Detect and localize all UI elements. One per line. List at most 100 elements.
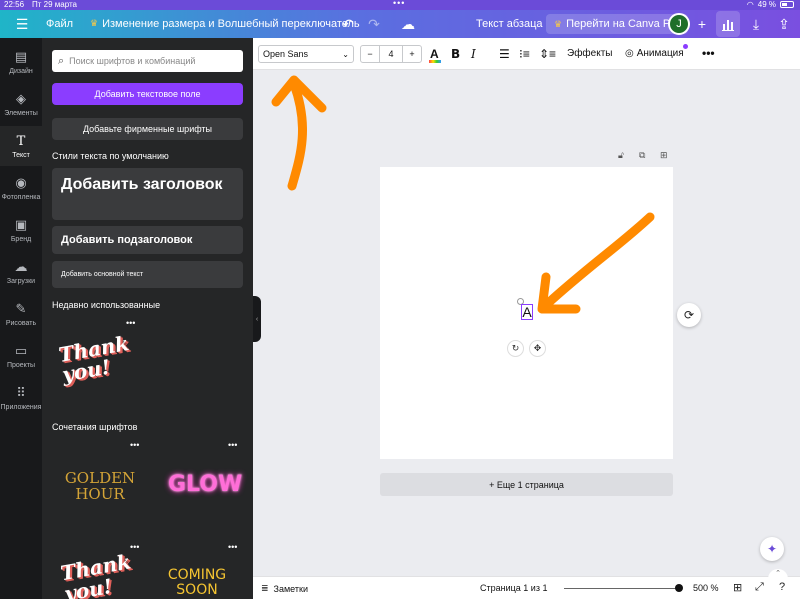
animation-button[interactable]: ◎ Анимация bbox=[625, 48, 684, 59]
avatar[interactable]: J bbox=[668, 13, 690, 35]
new-badge-dot bbox=[683, 44, 688, 49]
page-indicator[interactable]: Страница 1 из 1 bbox=[480, 583, 547, 593]
font-size-stepper[interactable]: − 4 + bbox=[360, 45, 422, 63]
decrease-size-button[interactable]: − bbox=[361, 46, 379, 62]
effects-button[interactable]: Эффекты bbox=[567, 48, 612, 59]
rail-item-design[interactable]: ▤ Дизайн bbox=[0, 42, 42, 82]
rail-item-brand[interactable]: ▣ Бренд bbox=[0, 210, 42, 250]
left-rail: ▤ Дизайн ◈ Элементы T Текст ◉ Фотопленка… bbox=[0, 38, 42, 599]
more-options-icon[interactable]: ••• bbox=[130, 542, 139, 552]
text-toolbar: Open Sans ⌄ − 4 + A B I ☰ ⁝≡ ⇕≡ Эффекты … bbox=[253, 38, 800, 70]
grid-view-icon[interactable]: ⊞ bbox=[733, 581, 742, 594]
rail-item-uploads[interactable]: ☁ Загрузки bbox=[0, 252, 42, 292]
add-brand-fonts-button[interactable]: Добавьте фирменные шрифты bbox=[52, 118, 243, 140]
hamburger-menu-icon[interactable]: ☰ bbox=[10, 12, 34, 36]
upgrade-pro-label: Перейти на Canva Pro bbox=[566, 18, 680, 30]
font-combo-text: Thank you! bbox=[58, 549, 133, 599]
status-date: Пт 29 марта bbox=[32, 0, 78, 9]
spacing-icon[interactable]: ⇕≡ bbox=[539, 46, 556, 62]
bold-icon[interactable]: B bbox=[451, 46, 460, 62]
text-color-button[interactable]: A bbox=[429, 46, 441, 63]
bar-chart-icon bbox=[722, 20, 734, 31]
rotate-icon[interactable]: ↻ bbox=[507, 340, 524, 357]
undo-icon[interactable]: ↶ bbox=[336, 12, 360, 36]
help-icon[interactable]: ? bbox=[779, 581, 785, 593]
cloud-saved-icon[interactable]: ☁ bbox=[396, 12, 420, 36]
animation-label: Анимация bbox=[636, 48, 684, 59]
font-search-input[interactable] bbox=[69, 56, 230, 66]
more-options-icon[interactable]: ••• bbox=[130, 440, 139, 450]
font-combo-thank-you[interactable]: Thank you! bbox=[54, 548, 146, 599]
font-combo-coming-soon[interactable]: COMING SOON bbox=[152, 548, 242, 599]
font-size-value[interactable]: 4 bbox=[379, 46, 403, 62]
font-combo-golden-hour[interactable]: GOLDEN HOUR bbox=[54, 444, 146, 532]
file-menu-button[interactable]: Файл bbox=[46, 18, 73, 30]
rail-item-elements[interactable]: ◈ Элементы bbox=[0, 84, 42, 124]
add-body-text-card[interactable]: Добавить основной текст bbox=[52, 261, 243, 288]
align-center-icon[interactable]: ☰ bbox=[499, 46, 510, 62]
chevron-up-icon[interactable]: ⌃ bbox=[768, 569, 788, 579]
font-search[interactable]: ⌕ bbox=[52, 50, 243, 72]
notes-button[interactable]: ≣ Заметки bbox=[261, 583, 308, 594]
animation-icon: ◎ bbox=[625, 48, 634, 59]
rail-item-label: Проекты bbox=[6, 362, 36, 369]
more-options-icon[interactable]: ••• bbox=[126, 318, 135, 328]
rail-item-apps[interactable]: ⠿ Приложения bbox=[0, 378, 42, 418]
upgrade-pro-button[interactable]: ♛ Перейти на Canva Pro bbox=[546, 14, 688, 34]
italic-icon[interactable]: I bbox=[471, 46, 476, 62]
rail-item-text[interactable]: T Текст bbox=[0, 126, 42, 166]
selected-text-box[interactable]: A bbox=[521, 304, 533, 320]
notes-icon: ≣ bbox=[261, 583, 269, 593]
magic-sparkle-icon[interactable]: ✦ bbox=[760, 537, 784, 561]
add-page-icon[interactable]: ⊞ bbox=[660, 150, 668, 161]
refresh-icon[interactable]: ⟳ bbox=[677, 303, 701, 327]
text-icon: T bbox=[16, 133, 26, 149]
camera-icon: ◉ bbox=[15, 175, 27, 190]
apps-icon: ⠿ bbox=[16, 385, 26, 400]
font-family-select[interactable]: Open Sans ⌄ bbox=[258, 45, 354, 63]
zoom-slider[interactable] bbox=[564, 588, 681, 589]
collapse-panel-handle[interactable]: ‹ bbox=[253, 296, 261, 342]
duplicate-page-icon[interactable]: ⧉ bbox=[639, 150, 645, 161]
download-icon[interactable]: ⤓ bbox=[744, 12, 768, 36]
more-options-icon[interactable]: ••• bbox=[228, 440, 237, 450]
multitask-dots-icon[interactable]: ••• bbox=[393, 0, 405, 8]
crown-icon: ♛ bbox=[554, 18, 563, 29]
zoom-slider-knob[interactable] bbox=[674, 584, 683, 592]
fullscreen-icon[interactable]: ⤢ bbox=[755, 581, 764, 594]
status-time: 22:56 bbox=[4, 0, 25, 9]
search-icon: ⌕ bbox=[58, 54, 65, 67]
add-page-button[interactable]: + Еще 1 страница bbox=[380, 473, 673, 496]
draw-icon: ✎ bbox=[15, 301, 27, 316]
redo-icon[interactable]: ↷ bbox=[362, 12, 386, 36]
add-collaborator-icon[interactable]: + bbox=[690, 12, 714, 36]
more-options-icon[interactable]: ••• bbox=[228, 542, 237, 552]
insights-button[interactable] bbox=[716, 11, 740, 37]
rail-item-projects[interactable]: ▭ Проекты bbox=[0, 336, 42, 376]
move-icon[interactable]: ✥ bbox=[529, 340, 546, 357]
zoom-level[interactable]: 500 % bbox=[693, 583, 719, 593]
rail-item-camera-roll[interactable]: ◉ Фотопленка bbox=[0, 168, 42, 208]
rail-item-draw[interactable]: ✎ Рисовать bbox=[0, 294, 42, 334]
rail-item-label: Бренд bbox=[10, 236, 32, 243]
notes-label: Заметки bbox=[273, 583, 308, 594]
text-color-icon: A bbox=[429, 47, 441, 63]
text-type-indicator[interactable]: Текст абзаца bbox=[476, 18, 543, 30]
add-text-box-button[interactable]: Добавить текстовое поле bbox=[52, 83, 243, 105]
add-subheading-card[interactable]: Добавить подзаголовок bbox=[52, 226, 243, 254]
battery-icon bbox=[780, 1, 794, 8]
lock-icon[interactable]: 🔓︎ bbox=[618, 150, 624, 161]
list-icon[interactable]: ⁝≡ bbox=[519, 46, 530, 62]
document-title-text: Изменение размера и Волшебный переключат… bbox=[102, 18, 360, 30]
elements-icon: ◈ bbox=[16, 91, 26, 106]
more-options-icon[interactable]: ••• bbox=[702, 46, 715, 60]
font-combo-glow[interactable]: GLOW bbox=[152, 444, 242, 532]
folder-icon: ▭ bbox=[14, 343, 28, 358]
upload-icon: ☁ bbox=[14, 259, 28, 274]
add-heading-card[interactable]: Добавить заголовок bbox=[52, 168, 243, 220]
rail-item-label: Фотопленка bbox=[1, 194, 41, 201]
increase-size-button[interactable]: + bbox=[403, 46, 421, 62]
share-icon[interactable]: ⇪ bbox=[772, 12, 796, 36]
document-title[interactable]: ♛ Изменение размера и Волшебный переключ… bbox=[90, 18, 360, 30]
recent-font-thumb[interactable]: Thank you! bbox=[54, 322, 140, 408]
